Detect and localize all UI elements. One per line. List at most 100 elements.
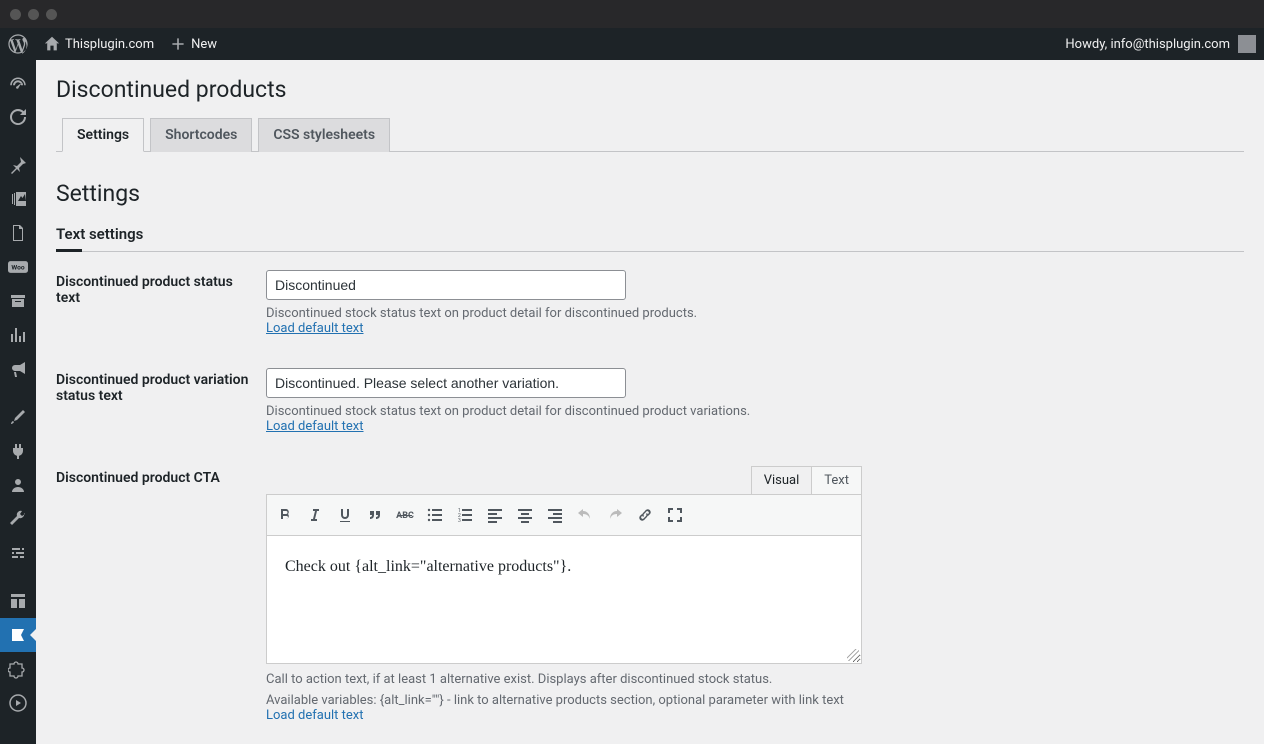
editor-undo-button[interactable] bbox=[571, 501, 599, 529]
tab-settings[interactable]: Settings bbox=[62, 118, 144, 152]
desc-cta-2: Available variables: {alt_link=""} - lin… bbox=[266, 693, 1234, 708]
menu-generic-1[interactable] bbox=[0, 652, 36, 686]
wp-logo-menu[interactable] bbox=[0, 28, 36, 60]
traffic-light-zoom[interactable] bbox=[46, 9, 57, 20]
play-circle-icon bbox=[8, 693, 28, 713]
menu-plugins[interactable] bbox=[0, 434, 36, 468]
page-title: Discontinued products bbox=[56, 76, 1244, 103]
editor-align-center-button[interactable] bbox=[511, 501, 539, 529]
link-load-default-cta[interactable]: Load default text bbox=[266, 708, 364, 723]
menu-updates[interactable] bbox=[0, 100, 36, 134]
bold-icon bbox=[275, 505, 295, 525]
site-name-link[interactable]: Thisplugin.com bbox=[36, 36, 162, 52]
editor-content[interactable]: Check out {alt_link="alternative product… bbox=[266, 536, 862, 664]
my-account[interactable]: Howdy, info@thisplugin.com bbox=[1065, 35, 1256, 53]
woo-icon: Woo bbox=[8, 257, 28, 277]
settings-sliders-icon bbox=[8, 543, 28, 563]
svg-text:Woo: Woo bbox=[11, 264, 24, 272]
editor-link-button[interactable] bbox=[631, 501, 659, 529]
new-content-menu[interactable]: New bbox=[162, 36, 225, 52]
subsection-title: Text settings bbox=[56, 225, 1244, 252]
traffic-light-close[interactable] bbox=[10, 9, 21, 20]
section-title: Settings bbox=[56, 180, 1244, 207]
archive-icon bbox=[8, 291, 28, 311]
menu-woocommerce[interactable]: Woo bbox=[0, 250, 36, 284]
pushpin-icon bbox=[8, 155, 28, 175]
tab-css[interactable]: CSS stylesheets bbox=[258, 118, 390, 152]
desc-status-text: Discontinued stock status text on produc… bbox=[266, 306, 1234, 321]
menu-appearance[interactable] bbox=[0, 400, 36, 434]
content-area: Discontinued products Settings Shortcode… bbox=[36, 60, 1264, 744]
editor-ol-button[interactable]: 123 bbox=[451, 501, 479, 529]
input-status-text[interactable] bbox=[266, 270, 626, 300]
editor-quote-button[interactable] bbox=[361, 501, 389, 529]
editor-align-left-button[interactable] bbox=[481, 501, 509, 529]
menu-generic-2[interactable] bbox=[0, 686, 36, 720]
align-left-icon bbox=[485, 505, 505, 525]
link-load-default-status[interactable]: Load default text bbox=[266, 321, 364, 336]
dashboard-icon bbox=[8, 73, 28, 93]
menu-pages[interactable] bbox=[0, 216, 36, 250]
window-chrome bbox=[0, 0, 1264, 28]
menu-settings[interactable] bbox=[0, 536, 36, 570]
svg-text:3: 3 bbox=[458, 518, 461, 524]
editor-underline-button[interactable] bbox=[331, 501, 359, 529]
list-ul-icon bbox=[425, 505, 445, 525]
menu-thisplugin[interactable] bbox=[0, 618, 36, 652]
menu-products[interactable] bbox=[0, 284, 36, 318]
label-variation-status-text: Discontinued product variation status te… bbox=[56, 352, 266, 450]
admin-bar: Thisplugin.com New Howdy, info@thisplugi… bbox=[0, 28, 1264, 60]
wrench-icon bbox=[8, 509, 28, 529]
editor-resize-handle[interactable] bbox=[847, 649, 859, 661]
menu-media[interactable] bbox=[0, 182, 36, 216]
desc-variation-status-text: Discontinued stock status text on produc… bbox=[266, 404, 1234, 419]
link-icon bbox=[635, 505, 655, 525]
editor-italic-button[interactable] bbox=[301, 501, 329, 529]
editor-mode-tabs: Visual Text bbox=[266, 466, 862, 494]
editor-align-right-button[interactable] bbox=[541, 501, 569, 529]
templates-icon bbox=[8, 591, 28, 611]
menu-marketing[interactable] bbox=[0, 352, 36, 386]
editor-bold-button[interactable] bbox=[271, 501, 299, 529]
editor-tab-visual[interactable]: Visual bbox=[751, 466, 813, 494]
tab-shortcodes[interactable]: Shortcodes bbox=[150, 118, 252, 152]
site-name-label: Thisplugin.com bbox=[65, 37, 154, 52]
label-status-text: Discontinued product status text bbox=[56, 254, 266, 352]
traffic-light-minimize[interactable] bbox=[28, 9, 39, 20]
new-label: New bbox=[191, 37, 217, 52]
quote-icon bbox=[365, 505, 385, 525]
italic-icon bbox=[305, 505, 325, 525]
nav-tabs: Settings Shortcodes CSS stylesheets bbox=[56, 117, 1244, 152]
avatar bbox=[1238, 35, 1256, 53]
editor-fullscreen-button[interactable] bbox=[661, 501, 689, 529]
link-load-default-variation[interactable]: Load default text bbox=[266, 419, 364, 434]
chart-bar-icon bbox=[8, 325, 28, 345]
editor-toolbar: ABC 123 bbox=[266, 494, 862, 536]
menu-tools[interactable] bbox=[0, 502, 36, 536]
media-icon bbox=[8, 189, 28, 209]
plus-icon bbox=[170, 36, 186, 52]
input-variation-status-text[interactable] bbox=[266, 368, 626, 398]
editor-redo-button[interactable] bbox=[601, 501, 629, 529]
align-center-icon bbox=[515, 505, 535, 525]
underline-icon bbox=[335, 505, 355, 525]
brush-icon bbox=[8, 407, 28, 427]
editor-tab-text[interactable]: Text bbox=[811, 466, 862, 494]
menu-posts[interactable] bbox=[0, 148, 36, 182]
menu-templates[interactable] bbox=[0, 584, 36, 618]
desc-cta-1: Call to action text, if at least 1 alter… bbox=[266, 672, 1234, 687]
editor-strike-button[interactable]: ABC bbox=[391, 501, 419, 529]
menu-analytics[interactable] bbox=[0, 318, 36, 352]
admin-menu: Woo bbox=[0, 60, 36, 744]
wordpress-icon bbox=[8, 34, 28, 54]
home-icon bbox=[44, 36, 60, 52]
label-cta: Discontinued product CTA bbox=[56, 450, 266, 739]
menu-users[interactable] bbox=[0, 468, 36, 502]
align-right-icon bbox=[545, 505, 565, 525]
editor-ul-button[interactable] bbox=[421, 501, 449, 529]
editor-text: Check out {alt_link="alternative product… bbox=[285, 558, 571, 575]
megaphone-icon bbox=[8, 359, 28, 379]
menu-dashboard[interactable] bbox=[0, 66, 36, 100]
list-ol-icon: 123 bbox=[455, 505, 475, 525]
undo-icon bbox=[575, 505, 595, 525]
